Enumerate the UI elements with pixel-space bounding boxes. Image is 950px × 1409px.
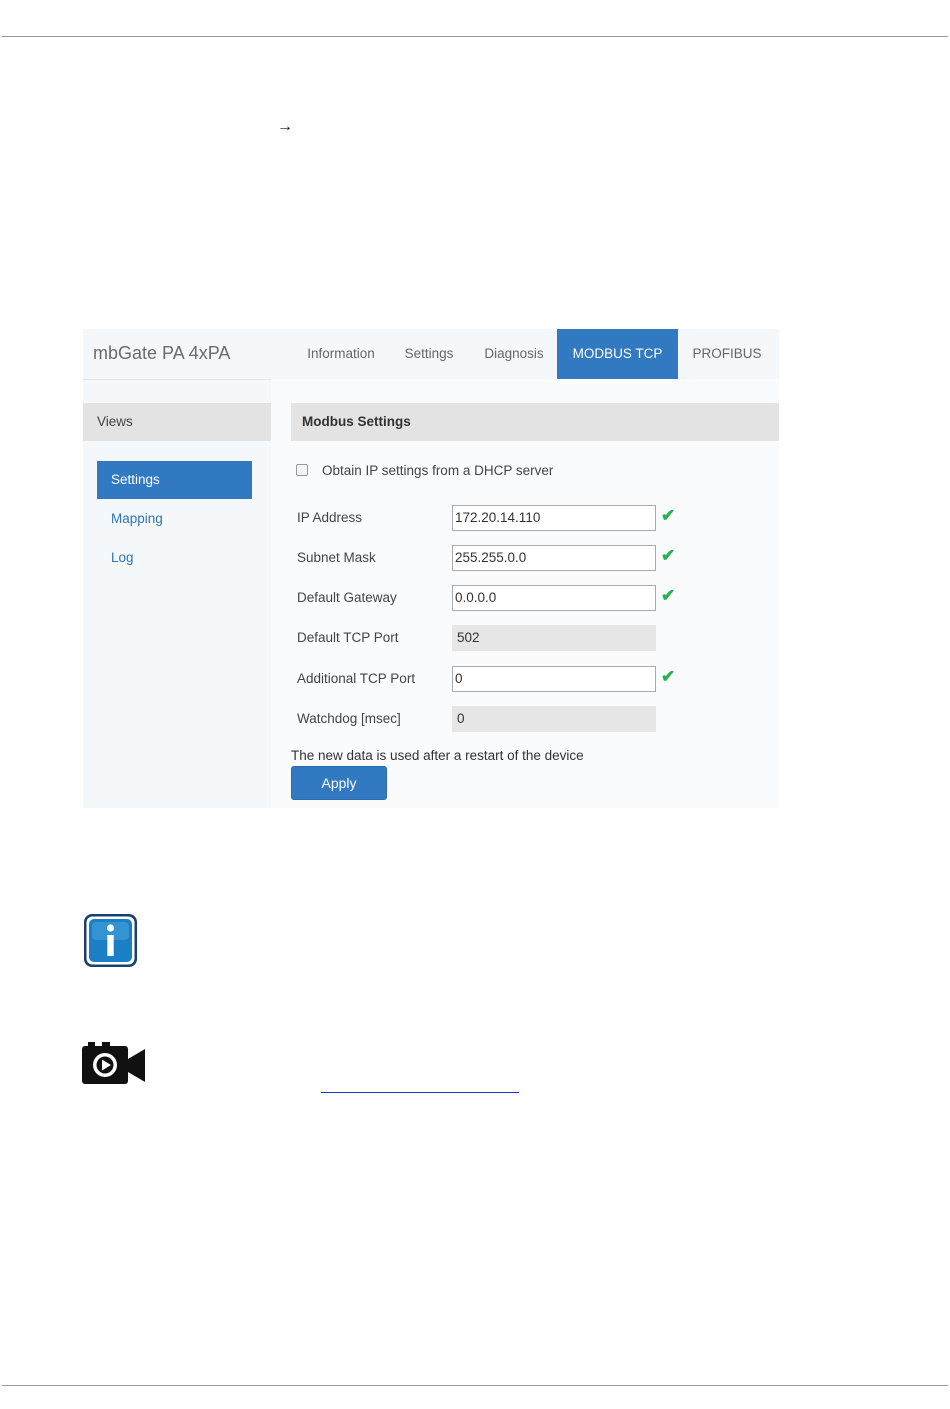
check-icon: ✔ — [661, 586, 676, 605]
tab-modbus-tcp[interactable]: MODBUS TCP — [557, 329, 678, 379]
apply-button[interactable]: Apply — [291, 766, 387, 800]
sidebar-item-settings[interactable]: Settings — [97, 461, 252, 499]
check-icon: ✔ — [661, 506, 676, 525]
footer-rule — [2, 1385, 948, 1386]
watchdog-field: 0 — [452, 706, 656, 732]
dhcp-option: Obtain IP settings from a DHCP server — [296, 463, 553, 478]
dhcp-label: Obtain IP settings from a DHCP server — [322, 463, 554, 478]
ip-address-field[interactable]: 172.20.14.110 — [452, 505, 656, 531]
ip-address-label: IP Address — [297, 510, 363, 525]
additional-tcp-port-label: Additional TCP Port — [297, 671, 416, 686]
tab-information[interactable]: Information — [297, 329, 385, 379]
info-icon — [84, 914, 137, 967]
tab-diagnosis[interactable]: Diagnosis — [473, 329, 555, 379]
subnet-mask-label: Subnet Mask — [297, 550, 376, 565]
sidebar-heading: Views — [83, 403, 272, 441]
web-ui-screenshot: mbGate PA 4xPA Information Settings Diag… — [83, 329, 779, 808]
restart-note: The new data is used after a restart of … — [291, 748, 584, 763]
brand-title: mbGate PA 4xPA — [93, 343, 231, 363]
sidebar-item-mapping[interactable]: Mapping — [97, 500, 252, 538]
sidebar-item-log[interactable]: Log — [97, 539, 252, 577]
subnet-mask-field[interactable]: 255.255.0.0 — [452, 545, 656, 571]
check-icon: ✔ — [661, 546, 676, 565]
main-panel: Modbus Settings Obtain IP settings from … — [271, 379, 779, 808]
header-rule — [2, 36, 948, 37]
dhcp-checkbox[interactable] — [296, 464, 308, 477]
default-tcp-port-label: Default TCP Port — [297, 630, 399, 645]
navbar: mbGate PA 4xPA Information Settings Diag… — [83, 329, 779, 380]
tab-settings[interactable]: Settings — [391, 329, 467, 379]
video-camera-icon — [82, 1042, 145, 1084]
link-underline[interactable] — [321, 1092, 519, 1093]
additional-tcp-port-field[interactable]: 0 — [452, 666, 656, 692]
default-tcp-port-field: 502 — [452, 625, 656, 651]
tab-profibus[interactable]: PROFIBUS — [681, 329, 773, 379]
arrow-right-icon: → — [277, 118, 293, 135]
default-gateway-label: Default Gateway — [297, 590, 397, 605]
check-icon: ✔ — [661, 667, 676, 686]
watchdog-label: Watchdog [msec] — [297, 711, 401, 726]
panel-title: Modbus Settings — [291, 403, 779, 441]
default-gateway-field[interactable]: 0.0.0.0 — [452, 585, 656, 611]
